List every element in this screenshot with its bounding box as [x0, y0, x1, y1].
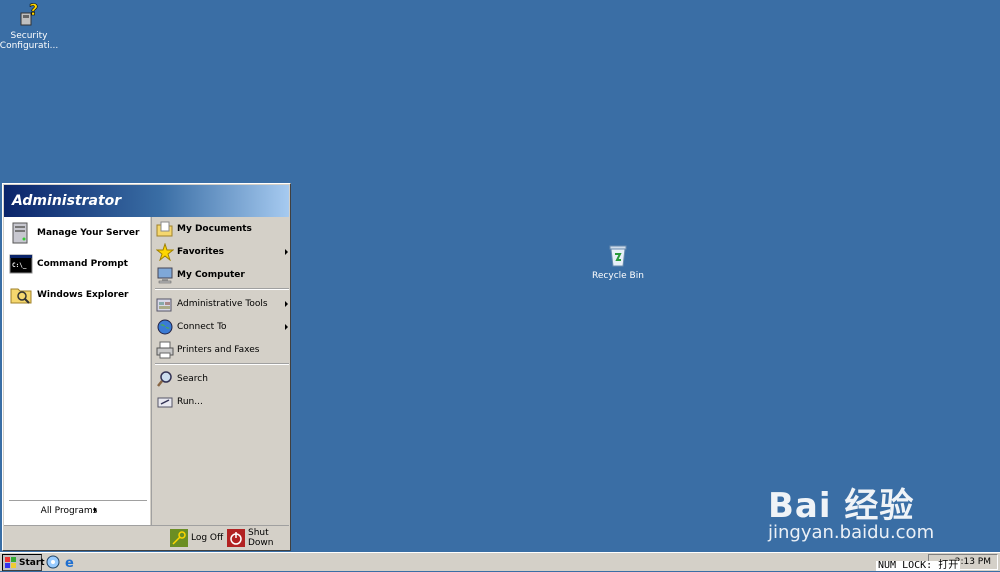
start-menu-footer: Log Off Shut Down: [4, 525, 289, 550]
key-icon: [170, 529, 188, 547]
submenu-arrow-icon: [285, 324, 288, 330]
menu-item-label: Connect To: [177, 322, 227, 332]
menu-item-label: My Documents: [177, 224, 252, 234]
taskbar: Start e 2:13 PM: [0, 552, 1000, 571]
user-name: Administrator: [12, 193, 122, 209]
printer-icon: [156, 341, 174, 359]
submenu-arrow-icon: [94, 507, 97, 513]
favorites-star-icon: [155, 242, 175, 262]
server-icon: [9, 221, 33, 245]
security-config-label: Security Configurati...: [0, 31, 59, 51]
menu-item-label: Manage Your Server: [37, 228, 140, 238]
start-menu-pinned-panel: Manage Your Server C:\_ Command Prompt W…: [4, 217, 150, 525]
watermark-logo: Bai 经验: [768, 486, 915, 526]
menu-item-manage-server[interactable]: Manage Your Server: [9, 219, 139, 247]
log-off-label: Log Off: [191, 533, 224, 543]
show-desktop-icon[interactable]: [46, 555, 60, 569]
search-icon: [156, 370, 174, 388]
start-menu-user-header: Administrator: [4, 185, 289, 217]
explorer-icon: [9, 283, 33, 307]
menu-item-label: Search: [177, 374, 208, 384]
menu-item-administrative-tools[interactable]: Administrative Tools: [156, 294, 289, 314]
recycle-bin-icon: [604, 241, 632, 269]
computer-icon: [156, 266, 174, 284]
menu-item-label: Favorites: [177, 247, 225, 257]
all-programs-button[interactable]: All Programs: [9, 500, 147, 521]
documents-folder-icon: [156, 220, 174, 238]
recycle-bin-label: Recycle Bin: [592, 271, 644, 281]
numlock-indicator: NUM LOCK: 打开: [876, 560, 961, 571]
cmd-icon: C:\_: [9, 252, 33, 276]
start-button[interactable]: Start: [2, 554, 45, 571]
shut-down-button[interactable]: Shut Down: [227, 528, 289, 548]
menu-item-label: Administrative Tools: [177, 299, 268, 309]
connect-globe-icon: [156, 318, 174, 336]
menu-item-search[interactable]: Search: [156, 369, 289, 389]
menu-item-label: Command Prompt: [37, 259, 128, 269]
internet-explorer-icon[interactable]: e: [64, 555, 78, 571]
watermark-url: jingyan.baidu.com: [768, 522, 935, 543]
start-menu: Administrator Manage Your Server C:\_ Co…: [2, 183, 291, 551]
menu-item-label: My Computer: [177, 270, 245, 280]
menu-separator: [155, 288, 289, 290]
shut-down-label: Shut Down: [248, 528, 274, 548]
windows-logo-icon: [5, 556, 17, 569]
svg-text:e: e: [65, 556, 74, 569]
start-label: Start: [19, 557, 45, 568]
submenu-arrow-icon: [285, 249, 288, 255]
run-icon: [156, 393, 174, 411]
menu-item-connect-to[interactable]: Connect To: [156, 317, 289, 337]
menu-item-run[interactable]: Run...: [156, 392, 289, 412]
log-off-button[interactable]: Log Off: [170, 528, 223, 548]
submenu-arrow-icon: [285, 301, 288, 307]
menu-item-favorites[interactable]: Favorites: [155, 242, 289, 262]
all-programs-label: All Programs: [40, 506, 98, 516]
baidu-watermark: Bai 经验 jingyan.baidu.com: [768, 464, 998, 554]
menu-item-windows-explorer[interactable]: Windows Explorer: [9, 281, 129, 309]
start-menu-places-panel: My Documents Favorites My Computer Admin…: [151, 217, 290, 525]
power-icon: [227, 529, 245, 547]
admin-tools-icon: [156, 295, 174, 313]
security-config-icon: ?: [15, 0, 43, 29]
menu-item-label: Printers and Faxes: [177, 345, 260, 355]
menu-item-printers-faxes[interactable]: Printers and Faxes: [156, 340, 289, 360]
recycle-bin-shortcut[interactable]: Recycle Bin: [588, 241, 648, 281]
menu-item-command-prompt[interactable]: C:\_ Command Prompt: [9, 250, 128, 278]
svg-text:?: ?: [29, 1, 38, 19]
menu-item-my-computer[interactable]: My Computer: [156, 265, 289, 285]
menu-item-label: Windows Explorer: [37, 290, 129, 300]
menu-separator: [155, 363, 289, 365]
security-configuration-shortcut[interactable]: ? Security Configurati...: [0, 0, 59, 51]
menu-item-my-documents[interactable]: My Documents: [156, 219, 289, 239]
svg-text:C:\_: C:\_: [12, 262, 27, 269]
menu-item-label: Run...: [177, 397, 203, 407]
